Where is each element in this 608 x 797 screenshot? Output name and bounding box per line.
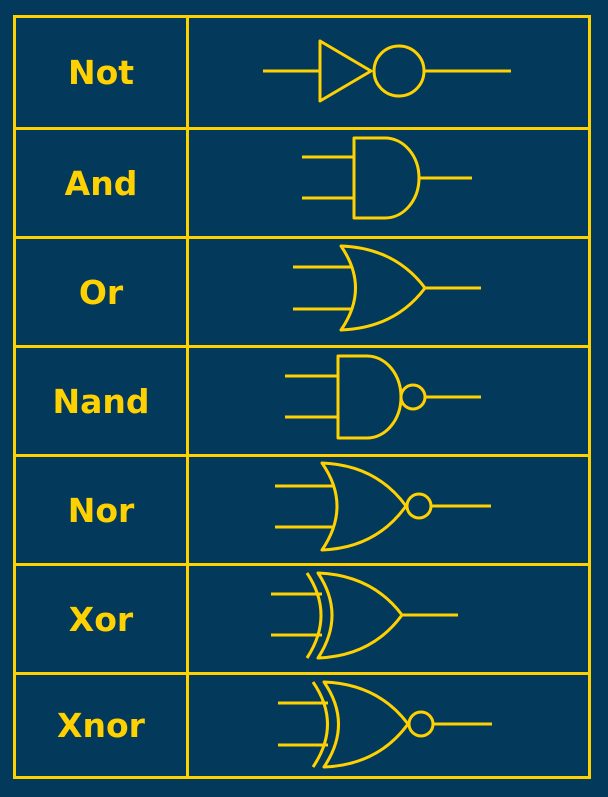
- gate-name-xnor: Xnor: [57, 706, 145, 745]
- column-divider: [186, 18, 189, 127]
- gate-name-not: Not: [67, 53, 135, 92]
- table-row-or: Or: [16, 236, 588, 345]
- column-divider: [186, 566, 189, 672]
- table-row-and: And: [16, 127, 588, 236]
- column-divider: [186, 457, 189, 563]
- table-row-xnor: Xnor: [16, 672, 588, 776]
- table-row-not: Not: [16, 18, 588, 127]
- gate-name-nor: Nor: [67, 490, 135, 530]
- gate-name-xor: Xor: [68, 599, 134, 639]
- table-row-nand: Nand: [16, 345, 588, 454]
- column-divider: [186, 675, 189, 776]
- gate-name-or: Or: [78, 272, 124, 312]
- gate-name-and: And: [64, 163, 138, 203]
- table-row-nor: Nor: [16, 454, 588, 563]
- column-divider: [186, 239, 189, 345]
- column-divider: [186, 130, 189, 236]
- logic-gates-table: Not And Or Nand Nor Xor Xnor: [13, 15, 591, 779]
- table-row-xor: Xor: [16, 563, 588, 672]
- column-divider: [186, 348, 189, 454]
- gate-name-nand: Nand: [52, 381, 150, 421]
